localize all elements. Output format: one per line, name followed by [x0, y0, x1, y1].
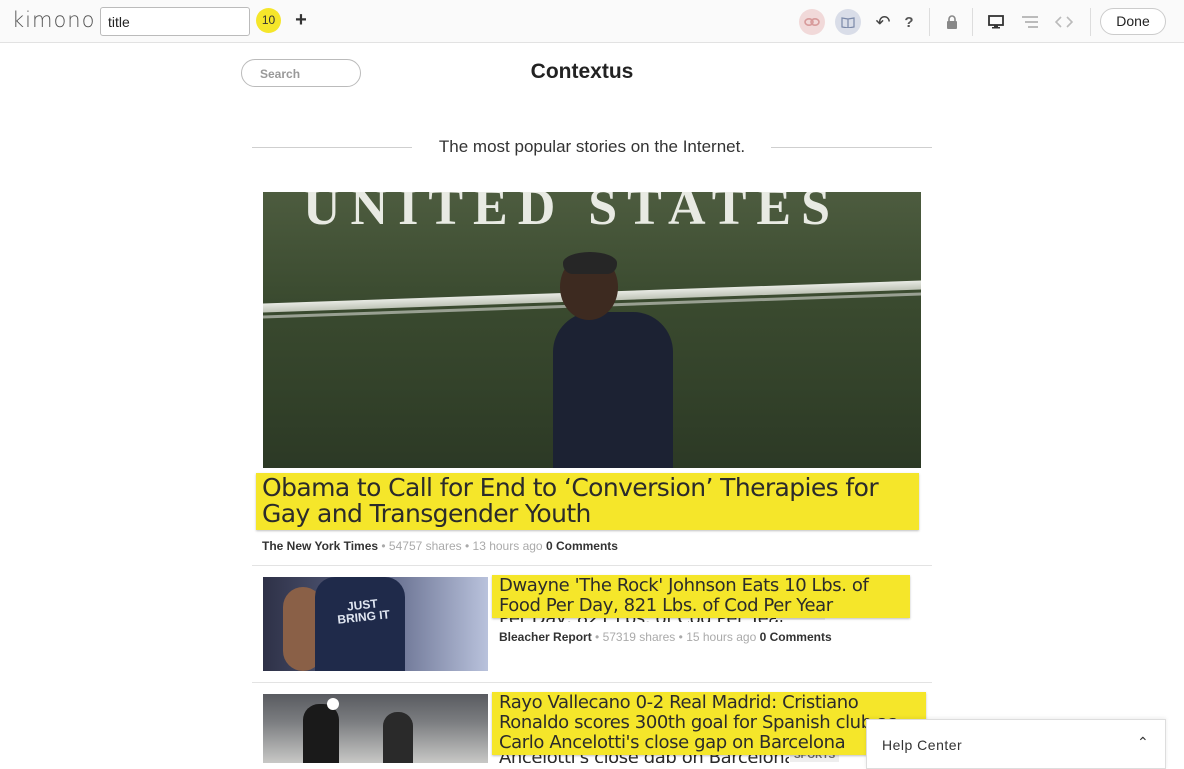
done-button[interactable]: Done [1100, 8, 1166, 35]
story-thumbnail[interactable]: JUST BRING IT [263, 577, 488, 671]
site-title[interactable]: Contextus [482, 60, 682, 84]
meta-separator: • [591, 630, 603, 644]
story-source[interactable]: The New York Times [262, 539, 378, 553]
hero-story-meta: The New York Times • 54757 shares • 13 h… [262, 539, 618, 553]
help-center-label: Help Center [882, 737, 963, 753]
story-title[interactable]: Dwayne 'The Rock' Johnson Eats 10 Lbs. o… [492, 575, 910, 618]
code-icon[interactable] [1051, 9, 1077, 35]
add-property-button[interactable]: + [289, 8, 313, 32]
code-icon-glyph [1055, 16, 1073, 28]
meta-separator: • [675, 630, 687, 644]
thumbnail-ball [327, 698, 339, 710]
property-name-input[interactable] [100, 7, 250, 36]
book-icon-glyph [841, 17, 855, 28]
story-comments[interactable]: 0 Comments [546, 539, 618, 553]
undo-icon[interactable]: ↶ [870, 9, 896, 35]
thumbnail-player [303, 704, 339, 763]
story-shares: 57319 shares [602, 630, 676, 644]
meta-separator: • [461, 539, 473, 553]
thumbnail-shirt-text: JUST BRING IT [336, 596, 391, 627]
selection-count-badge[interactable]: 10 [256, 8, 281, 33]
tagline-row: The most popular stories on the Internet… [252, 135, 932, 161]
toolbar-divider [972, 8, 973, 36]
story-divider [252, 565, 932, 566]
story-source[interactable]: Bleacher Report [499, 630, 592, 644]
meta-separator: • [378, 539, 389, 553]
chevron-up-icon[interactable]: ⌃ [1137, 734, 1149, 751]
search-input[interactable]: Search [241, 59, 361, 87]
story-time: 13 hours ago [472, 539, 543, 553]
link-icon[interactable] [799, 9, 825, 35]
hero-image-caption: UNITED STATES [303, 192, 840, 236]
story-time: 15 hours ago [686, 630, 757, 644]
story-title[interactable]: Rayo Vallecano 0-2 Real Madrid: Cristian… [492, 692, 926, 755]
help-center-widget[interactable]: Help Center ⌃ [866, 719, 1166, 769]
lock-icon[interactable] [939, 9, 965, 35]
desktop-icon[interactable] [983, 9, 1009, 35]
hero-story-title[interactable]: Obama to Call for End to ‘Conversion’ Th… [256, 473, 919, 530]
kimono-logo: kimono [12, 8, 96, 32]
figure-hair [563, 252, 617, 274]
list-icon-glyph [1022, 16, 1038, 28]
link-icon-glyph [804, 17, 820, 27]
desktop-icon-glyph [988, 15, 1004, 29]
help-icon[interactable]: ? [896, 9, 922, 35]
thumbnail-player [383, 712, 413, 763]
story-thumbnail[interactable] [263, 694, 488, 763]
kimono-toolbar: kimono 10 + ↶ ? Done [0, 0, 1184, 43]
story-comments[interactable]: 0 Comments [760, 630, 832, 644]
story-divider [252, 682, 932, 683]
story-meta: Bleacher Report • 57319 shares • 15 hour… [499, 630, 832, 644]
toolbar-divider [1090, 8, 1091, 36]
book-icon[interactable] [835, 9, 861, 35]
list-icon[interactable] [1017, 9, 1043, 35]
lock-icon-glyph [947, 14, 957, 29]
story-shares: 54757 shares [388, 539, 462, 553]
toolbar-divider [929, 8, 930, 36]
figure-body [553, 312, 673, 468]
tagline: The most popular stories on the Internet… [438, 137, 746, 156]
hero-story-image[interactable]: UNITED STATES [263, 192, 921, 468]
